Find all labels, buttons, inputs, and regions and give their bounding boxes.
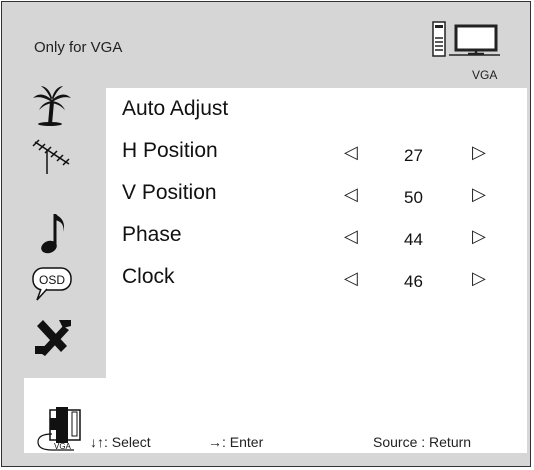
input-indicator: VGA (432, 20, 502, 82)
menu-label: Phase (122, 223, 182, 246)
decrease-arrow-icon[interactable]: ◁ (344, 184, 358, 205)
menu-item-v-position[interactable]: V Position ◁ 50 ▷ (122, 181, 522, 211)
menu-label: Clock (122, 265, 175, 288)
osd-menu: Only for VGA VGA OSD Auto Adjust H Posit… (1, 1, 531, 467)
menu-value: 27 (404, 146, 423, 165)
sidebar: OSD (2, 84, 106, 384)
antenna-icon[interactable] (27, 134, 77, 176)
menu-value: 50 (404, 188, 423, 207)
increase-arrow-icon[interactable]: ▷ (472, 226, 486, 247)
header-title: Only for VGA (34, 39, 123, 56)
menu-item-clock[interactable]: Clock ◁ 46 ▷ (122, 265, 522, 295)
tools-icon[interactable] (27, 316, 77, 358)
osd-icon[interactable]: OSD (27, 262, 77, 304)
menu-label: Auto Adjust (122, 97, 229, 120)
menu-label: V Position (122, 181, 217, 204)
increase-arrow-icon[interactable]: ▷ (472, 184, 486, 205)
menu-value: 46 (404, 272, 423, 291)
increase-arrow-icon[interactable]: ▷ (472, 142, 486, 163)
decrease-arrow-icon[interactable]: ◁ (344, 226, 358, 247)
menu-label: H Position (122, 139, 218, 162)
palm-tree-icon[interactable] (27, 84, 77, 126)
pc-monitor-icon (432, 21, 500, 57)
decrease-arrow-icon[interactable]: ◁ (344, 268, 358, 289)
select-hint: ↓↑: Select (90, 434, 151, 450)
svg-text:VGA: VGA (54, 442, 72, 451)
enter-hint: →: Enter (208, 434, 264, 450)
input-label: VGA (472, 68, 498, 82)
menu-item-phase[interactable]: Phase ◁ 44 ▷ (122, 223, 522, 253)
menu-value: 44 (404, 230, 423, 249)
decrease-arrow-icon[interactable]: ◁ (344, 142, 358, 163)
vga-source-icon: VGA (34, 404, 94, 452)
menu-item-h-position[interactable]: H Position ◁ 27 ▷ (122, 139, 522, 169)
return-hint: Source : Return (373, 434, 472, 450)
increase-arrow-icon[interactable]: ▷ (472, 268, 486, 289)
music-note-icon[interactable] (27, 212, 77, 254)
svg-text:OSD: OSD (39, 273, 65, 287)
menu-item-auto-adjust[interactable]: Auto Adjust (122, 97, 522, 127)
